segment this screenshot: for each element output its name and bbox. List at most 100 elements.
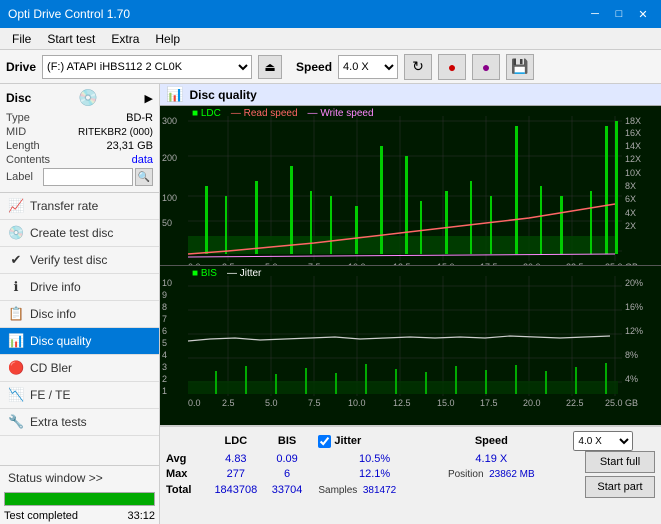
total-label: Total	[166, 482, 206, 498]
refresh-button[interactable]: ↻	[404, 54, 432, 80]
bottom-legend: ■ BIS — Jitter	[192, 268, 261, 279]
nav-drive-info-label: Drive info	[30, 280, 81, 294]
close-button[interactable]: ✕	[633, 5, 653, 23]
speed-selector[interactable]: 4.0 X	[338, 55, 398, 79]
nav-disc-quality-label: Disc quality	[30, 334, 91, 348]
svg-text:20.0: 20.0	[523, 262, 541, 265]
disc-length-label: Length	[6, 140, 40, 152]
quality-icon: 📊	[166, 86, 183, 103]
menu-file[interactable]: File	[4, 30, 39, 48]
status-window-button[interactable]: Status window >>	[0, 466, 159, 490]
svg-text:6: 6	[162, 326, 167, 336]
nav-disc-info[interactable]: 📋 Disc info	[0, 301, 159, 328]
disc-type-row: Type BD-R	[6, 112, 153, 124]
status-bottom: Test completed 33:12	[0, 508, 159, 524]
red-button[interactable]: ●	[438, 54, 466, 80]
speed-label: Speed	[296, 60, 332, 74]
disc-length-row: Length 23,31 GB	[6, 140, 153, 152]
stats-avg-row: Avg 4.83 0.09 10.5% 4.19 X Start full St…	[166, 451, 655, 467]
nav-cd-bler[interactable]: 🔴 CD Bler	[0, 355, 159, 382]
svg-text:25.0 GB: 25.0 GB	[605, 398, 638, 408]
svg-text:12X: 12X	[625, 154, 641, 164]
speed-header: Speed	[431, 431, 552, 451]
disc-header: Disc 💿 ▶	[6, 88, 153, 108]
start-part-button[interactable]: Start part	[585, 476, 655, 498]
drive-selector[interactable]: (F:) ATAPI iHBS112 2 CL0K	[42, 55, 252, 79]
jitter-checkbox-label[interactable]: Jitter	[318, 435, 430, 448]
total-samples: 381472	[363, 485, 396, 496]
nav-extra-tests[interactable]: 🔧 Extra tests	[0, 409, 159, 436]
nav-create-test-disc[interactable]: 💿 Create test disc	[0, 220, 159, 247]
disc-contents-value: data	[132, 154, 153, 166]
jitter-check-header: Jitter	[308, 431, 430, 451]
transfer-rate-icon: 📈	[8, 198, 24, 214]
svg-text:18X: 18X	[625, 116, 641, 126]
max-jitter: 12.1%	[308, 467, 430, 483]
window-controls: ─ □ ✕	[585, 5, 653, 23]
speed-select-header: 4.0 X	[552, 431, 655, 451]
svg-text:50: 50	[162, 218, 172, 228]
nav-cd-bler-label: CD Bler	[30, 361, 72, 375]
right-panel: 📊 Disc quality ■ LDC — Read speed — Writ…	[160, 84, 661, 524]
svg-text:4X: 4X	[625, 208, 636, 218]
max-label: Max	[166, 467, 206, 483]
nav-fe-te-label: FE / TE	[30, 388, 70, 402]
svg-text:15.0: 15.0	[437, 398, 455, 408]
max-ldc: 277	[206, 467, 266, 483]
nav-fe-te[interactable]: 📉 FE / TE	[0, 382, 159, 409]
max-bis: 6	[266, 467, 309, 483]
save-button[interactable]: 💾	[506, 54, 534, 80]
nav-disc-info-label: Disc info	[30, 307, 76, 321]
eject-button[interactable]: ⏏	[258, 55, 282, 79]
stats-buttons-cell: Start full Start part	[552, 451, 655, 498]
svg-text:100: 100	[162, 193, 177, 203]
svg-text:2.5: 2.5	[222, 262, 235, 265]
svg-text:10: 10	[162, 278, 172, 288]
menu-help[interactable]: Help	[147, 30, 188, 48]
nav-extra-tests-label: Extra tests	[30, 415, 87, 429]
stats-table: LDC BIS Jitter Speed 4.0 X	[166, 431, 655, 498]
svg-text:4%: 4%	[625, 374, 638, 384]
svg-text:10.0: 10.0	[348, 398, 366, 408]
nav-transfer-rate[interactable]: 📈 Transfer rate	[0, 193, 159, 220]
svg-text:2X: 2X	[625, 221, 636, 231]
purple-button[interactable]: ●	[472, 54, 500, 80]
disc-label-label: Label	[6, 171, 33, 183]
progress-bar-container	[4, 492, 155, 506]
svg-text:200: 200	[162, 153, 177, 163]
svg-text:2: 2	[162, 374, 167, 384]
disc-mid-value: RITEKBR2 (000)	[78, 127, 153, 138]
svg-text:10.0: 10.0	[348, 262, 366, 265]
maximize-button[interactable]: □	[609, 5, 629, 23]
app-title: Opti Drive Control 1.70	[8, 7, 130, 21]
left-panel: Disc 💿 ▶ Type BD-R MID RITEKBR2 (000) Le…	[0, 84, 160, 524]
svg-text:300: 300	[162, 116, 177, 126]
disc-label-input[interactable]	[43, 168, 133, 186]
start-full-button[interactable]: Start full	[585, 451, 655, 473]
drivebar: Drive (F:) ATAPI iHBS112 2 CL0K ⏏ Speed …	[0, 50, 661, 84]
position-label: Position 23862 MB	[431, 467, 552, 483]
menu-extra[interactable]: Extra	[103, 30, 147, 48]
progress-bar-fill	[5, 493, 154, 505]
jitter-checkbox[interactable]	[318, 435, 331, 448]
stats-header-row: LDC BIS Jitter Speed 4.0 X	[166, 431, 655, 451]
bis-header: BIS	[266, 431, 309, 451]
nav-disc-quality[interactable]: 📊 Disc quality	[0, 328, 159, 355]
bottom-chart-svg: 10 9 8 7 6 5 4 3 2 1 20% 16% 12% 8% 4%	[160, 266, 661, 425]
avg-label: Avg	[166, 451, 206, 467]
svg-text:4: 4	[162, 350, 167, 360]
nav-verify-test-disc[interactable]: ✔ Verify test disc	[0, 247, 159, 274]
disc-type-label: Type	[6, 112, 30, 124]
nav-drive-info[interactable]: ℹ Drive info	[0, 274, 159, 301]
max-position: 23862 MB	[489, 469, 535, 480]
minimize-button[interactable]: ─	[585, 5, 605, 23]
menu-start-test[interactable]: Start test	[39, 30, 103, 48]
disc-label-btn[interactable]: 🔍	[135, 168, 153, 186]
speed-select-stats[interactable]: 4.0 X	[573, 431, 633, 451]
disc-mid-row: MID RITEKBR2 (000)	[6, 126, 153, 138]
svg-text:22.5: 22.5	[566, 262, 584, 265]
samples-label: Samples 381472	[308, 482, 430, 498]
total-ldc: 1843708	[206, 482, 266, 498]
bis-legend: ■ BIS	[192, 268, 217, 279]
top-chart-svg: 300 200 100 50 18X 16X 14X 12X 10X 8X 6X…	[160, 106, 661, 265]
